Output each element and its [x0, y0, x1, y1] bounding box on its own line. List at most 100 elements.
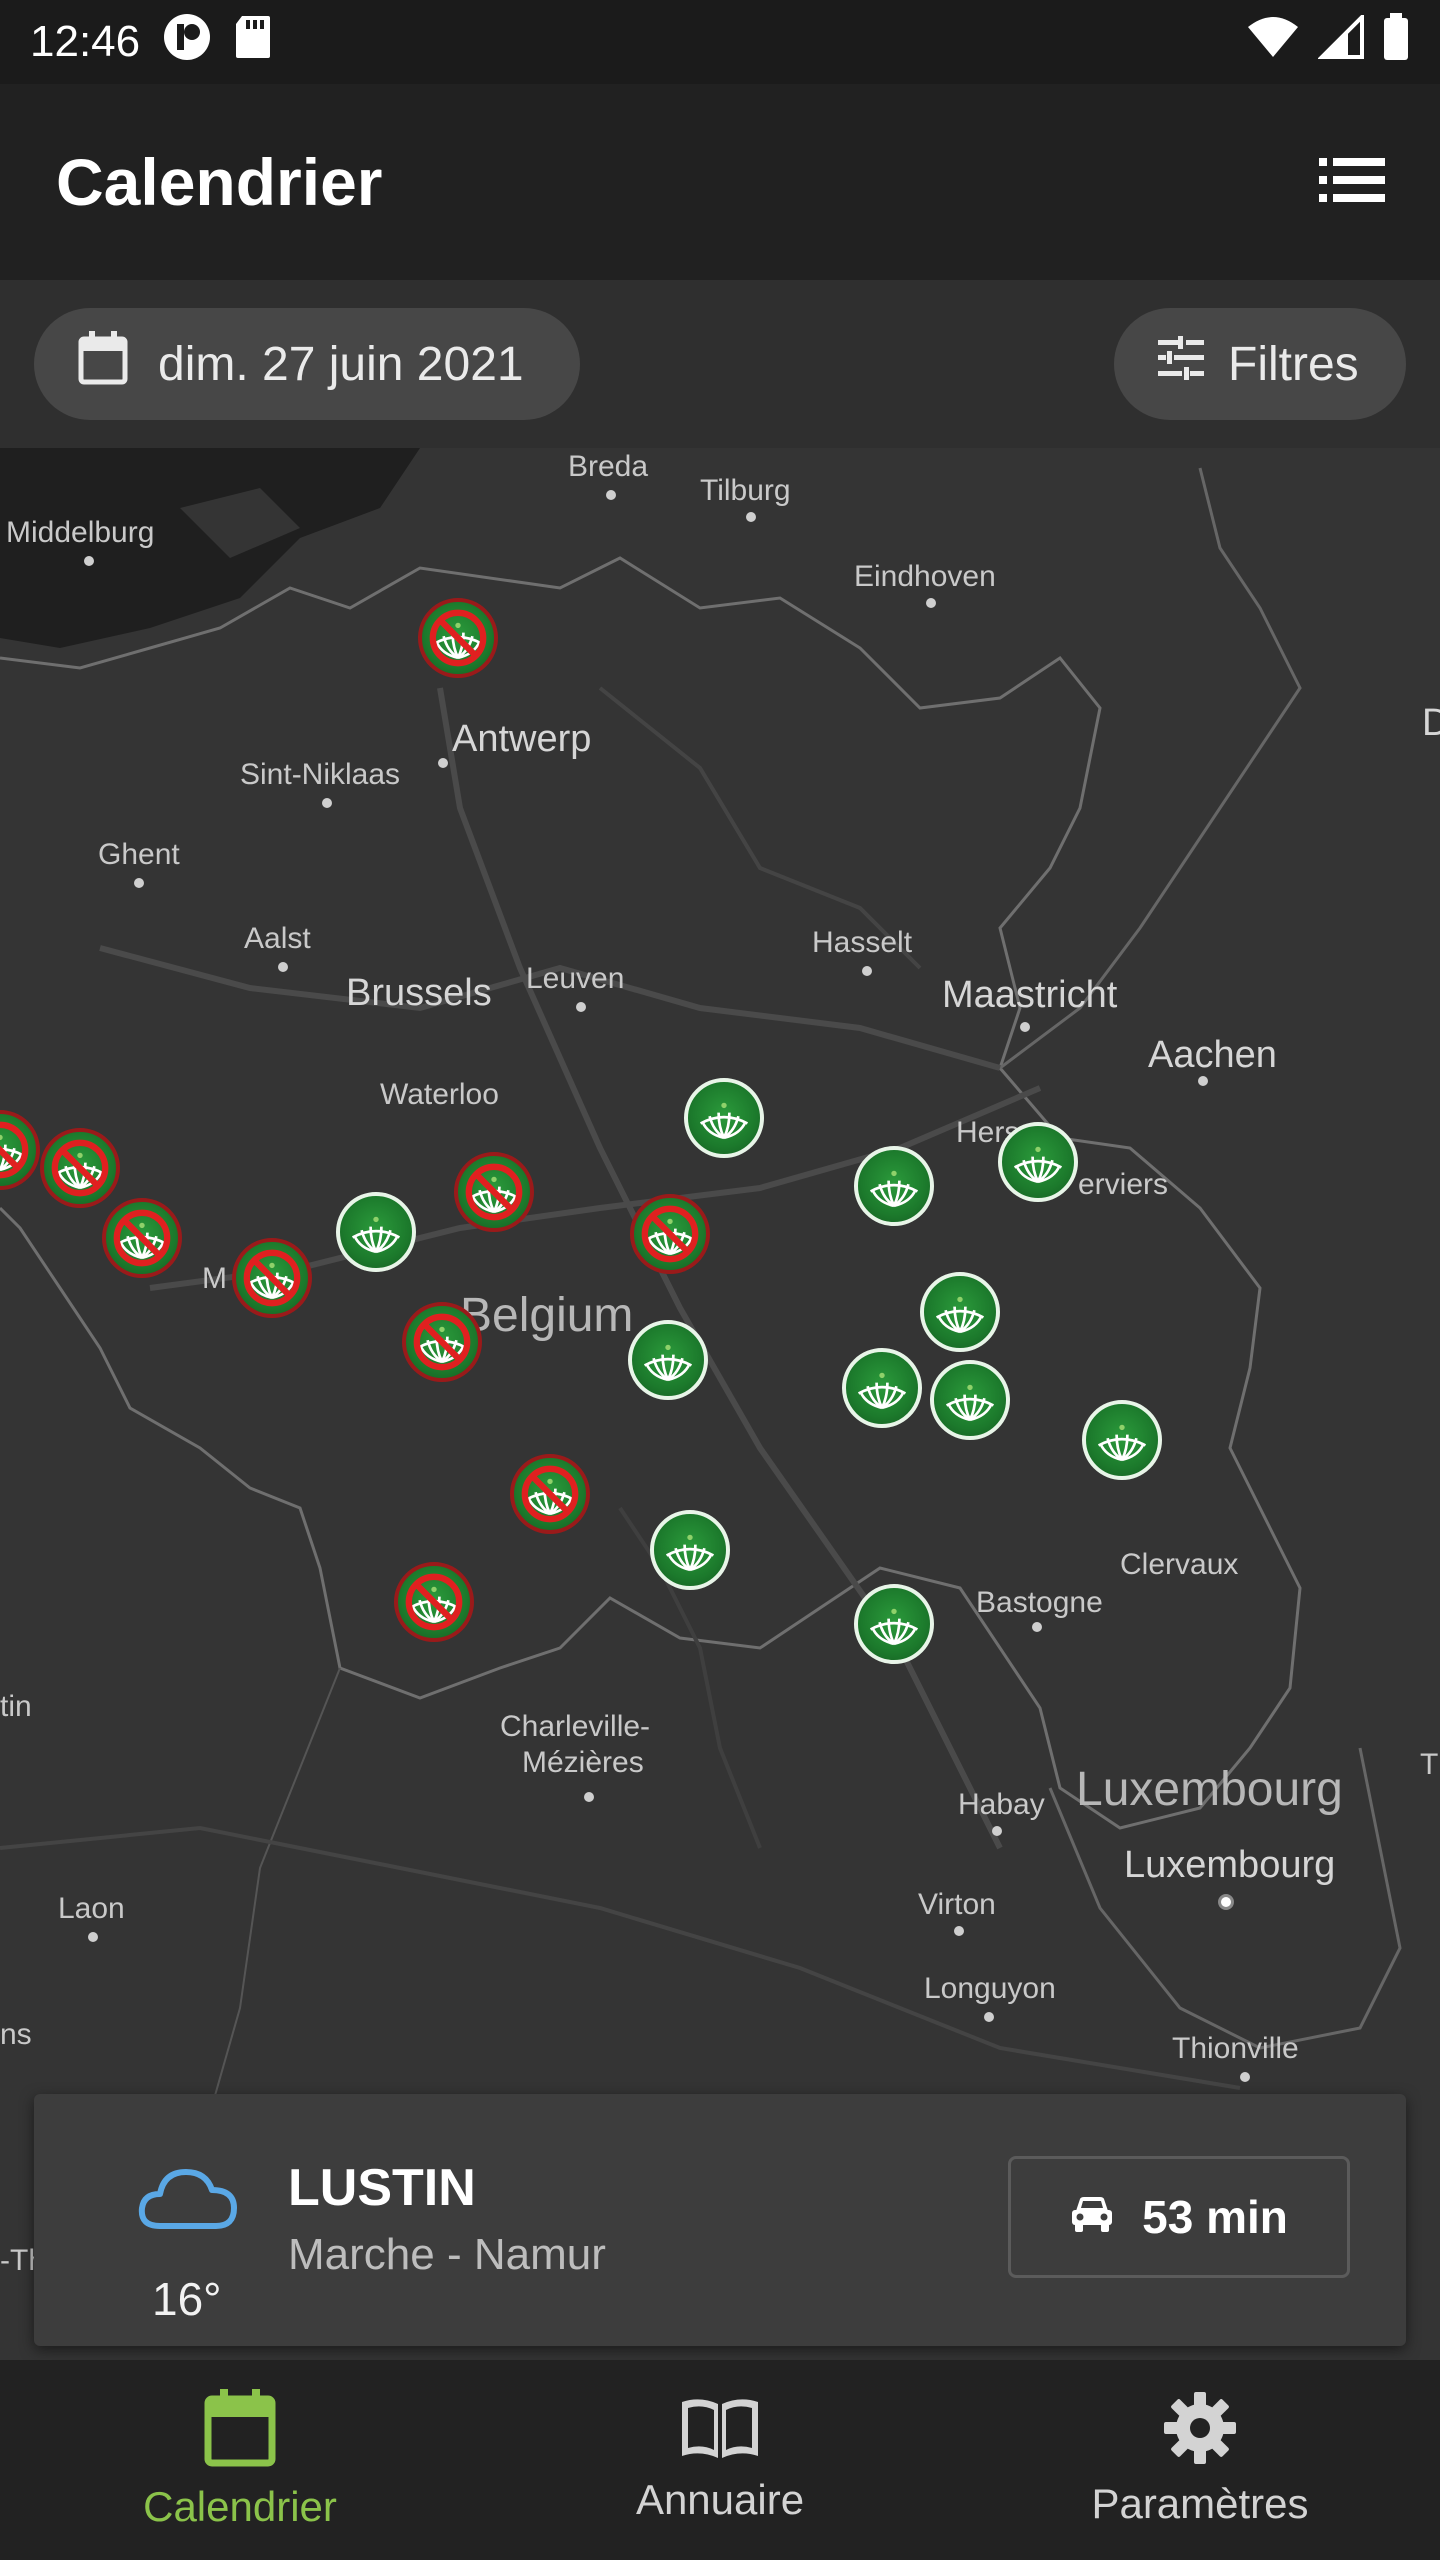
course-marker[interactable]	[650, 1510, 730, 1590]
city-label-charleville: Charleville-	[500, 1710, 651, 1743]
map-background	[0, 448, 1402, 2149]
city-label-ghent: Ghent	[98, 838, 180, 871]
city-label-habay: Habay	[958, 1788, 1045, 1821]
course-marker[interactable]	[842, 1348, 922, 1428]
battery-icon	[1382, 12, 1410, 72]
city-dot	[1020, 1022, 1030, 1032]
city-dot	[1032, 1622, 1042, 1632]
city-dot	[1240, 2072, 1250, 2082]
city-label-virton: Virton	[918, 1888, 996, 1921]
city-label-eindhoven: Eindhoven	[854, 560, 996, 593]
cancelled-course-marker[interactable]	[394, 1562, 474, 1642]
cancelled-course-marker[interactable]	[630, 1194, 710, 1274]
cloud-icon	[138, 2162, 238, 2237]
signal-icon	[1317, 11, 1364, 70]
city-label-edge-d: D	[1422, 702, 1440, 744]
wifi-icon	[1246, 15, 1300, 70]
book-icon	[678, 2396, 762, 2470]
city-dot	[134, 878, 144, 888]
city-dot	[322, 798, 332, 808]
city-label-thionville: Thionville	[1172, 2032, 1299, 2065]
course-marker[interactable]	[684, 1078, 764, 1158]
cancelled-course-marker[interactable]	[418, 598, 498, 678]
date-label: dim. 27 juin 2021	[158, 337, 524, 391]
nav-label: Calendrier	[143, 2483, 337, 2530]
cancelled-course-marker[interactable]	[454, 1152, 534, 1232]
calendar-icon	[78, 331, 128, 397]
city-label-tilburg: Tilburg	[700, 474, 791, 507]
city-dot	[278, 962, 288, 972]
city-dot	[1198, 1076, 1208, 1086]
course-marker[interactable]	[336, 1192, 416, 1272]
city-label-aachen: Aachen	[1148, 1034, 1277, 1076]
city-label-antwerp: Antwerp	[452, 718, 592, 760]
nav-label: Paramètres	[1091, 2480, 1309, 2527]
city-dot	[746, 512, 756, 522]
course-marker[interactable]	[930, 1360, 1010, 1440]
nav-annuaire[interactable]: Annuaire	[480, 2360, 960, 2560]
nav-label: Annuaire	[635, 2476, 805, 2523]
city-label-verviers: erviers	[1078, 1168, 1169, 1201]
list-view-button[interactable]	[1312, 142, 1392, 222]
city-label-bastogne: Bastogne	[976, 1586, 1103, 1619]
sd-card-icon	[234, 14, 272, 71]
cancelled-course-marker[interactable]	[0, 1110, 40, 1190]
event-place: LUSTIN	[288, 2159, 476, 2217]
cancelled-course-marker[interactable]	[510, 1454, 590, 1534]
city-label-middelburg: Middelburg	[6, 516, 155, 549]
event-subtitle: Marche - Namur	[288, 2230, 606, 2279]
city-label-edge-ns: ns	[0, 2018, 32, 2051]
city-dot	[926, 598, 936, 608]
course-marker[interactable]	[1082, 1400, 1162, 1480]
city-label-brussels: Brussels	[346, 972, 492, 1014]
course-marker[interactable]	[628, 1320, 708, 1400]
app-icon	[162, 12, 212, 73]
cancelled-course-marker[interactable]	[232, 1238, 312, 1318]
cancelled-course-marker[interactable]	[402, 1302, 482, 1382]
city-dot	[606, 490, 616, 500]
city-label-laon: Laon	[58, 1892, 125, 1925]
drive-time-button[interactable]: 53 min	[1008, 2156, 1350, 2278]
car-icon	[1070, 2190, 1114, 2244]
country-label-luxembourg: Luxembourg	[1076, 1763, 1343, 1816]
city-label-clervaux: Clervaux	[1120, 1548, 1239, 1581]
course-marker[interactable]	[920, 1272, 1000, 1352]
city-dot	[88, 1932, 98, 1942]
nav-parametres[interactable]: Paramètres	[960, 2360, 1440, 2560]
cancelled-course-marker[interactable]	[102, 1198, 182, 1278]
tune-icon	[1158, 336, 1204, 392]
bottom-navigation: Calendrier Annuaire Paramètres	[0, 2360, 1440, 2560]
list-icon	[1319, 157, 1385, 207]
map-view[interactable]: Breda Tilburg Middelburg Eindhoven Antwe…	[0, 448, 1440, 2360]
cancelled-course-marker[interactable]	[40, 1128, 120, 1208]
event-card[interactable]: 16° LUSTIN Marche - Namur 53 min	[34, 2094, 1406, 2346]
city-label-hasselt: Hasselt	[812, 926, 913, 959]
status-time: 12:46	[30, 17, 141, 66]
city-dot	[438, 758, 448, 768]
city-label-breda: Breda	[568, 450, 649, 483]
nav-calendrier[interactable]: Calendrier	[0, 2360, 480, 2560]
city-label-luxembourg: Luxembourg	[1124, 1844, 1336, 1886]
date-picker-button[interactable]: dim. 27 juin 2021	[34, 308, 580, 420]
city-label-leuven: Leuven	[526, 962, 625, 995]
city-dot	[954, 1926, 964, 1936]
city-label-longuyon: Longuyon	[924, 1972, 1056, 2005]
city-dot	[576, 1002, 586, 1012]
city-label-aalst: Aalst	[244, 922, 311, 955]
page-title: Calendrier	[56, 145, 383, 219]
temperature: 16°	[152, 2273, 222, 2325]
course-marker[interactable]	[854, 1146, 934, 1226]
app-bar: Calendrier	[0, 84, 1440, 280]
filter-bar: dim. 27 juin 2021 Filtres	[0, 280, 1440, 448]
course-marker[interactable]	[998, 1122, 1078, 1202]
filters-label: Filtres	[1228, 337, 1359, 391]
city-dot	[84, 556, 94, 566]
course-marker[interactable]	[854, 1584, 934, 1664]
gear-icon	[1164, 2392, 1236, 2474]
capital-dot	[1218, 1894, 1234, 1910]
city-label-mons: M	[202, 1262, 227, 1295]
city-dot	[862, 966, 872, 976]
filters-button[interactable]: Filtres	[1114, 308, 1406, 420]
calendar-icon	[204, 2389, 276, 2477]
city-dot	[984, 2012, 994, 2022]
